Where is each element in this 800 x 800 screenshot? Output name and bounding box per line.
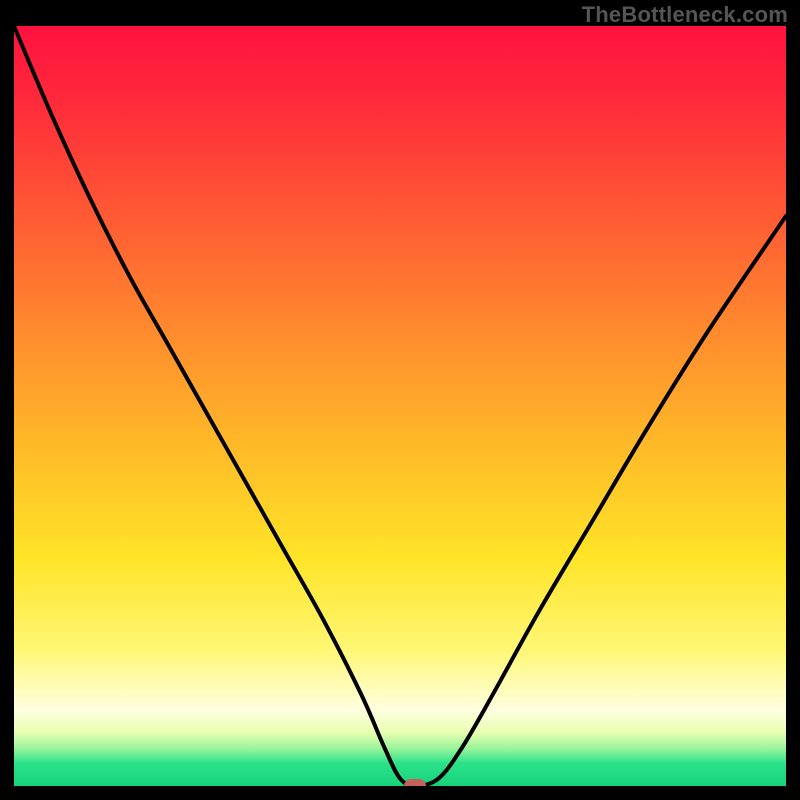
optimum-marker xyxy=(404,779,426,786)
plot-area xyxy=(14,26,786,786)
watermark-text: TheBottleneck.com xyxy=(582,2,788,28)
chart-frame: TheBottleneck.com xyxy=(0,0,800,800)
curve-svg xyxy=(14,26,786,786)
bottleneck-curve xyxy=(14,26,786,786)
